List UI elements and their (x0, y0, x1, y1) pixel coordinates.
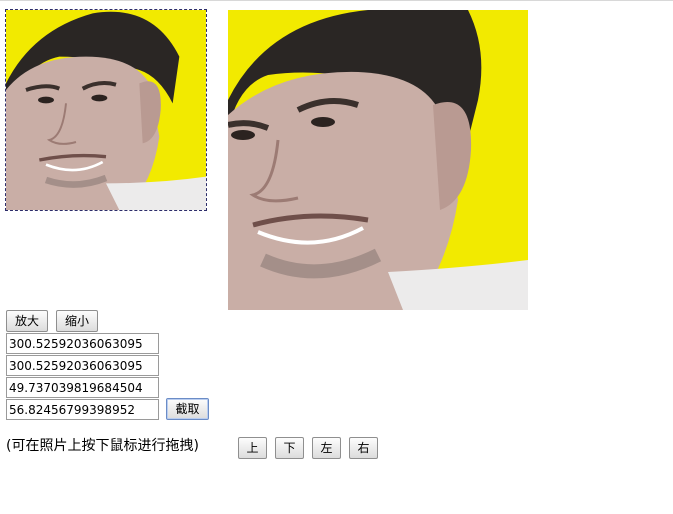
zoom-out-button[interactable]: 缩小 (56, 310, 98, 332)
crop-button[interactable]: 截取 (166, 398, 209, 420)
portrait-photo-icon (228, 10, 528, 310)
portrait-photo-icon (6, 10, 206, 210)
crop-preview-image (228, 10, 528, 310)
move-down-button[interactable]: 下 (275, 437, 304, 459)
move-right-button[interactable]: 右 (349, 437, 378, 459)
crop-selection-image[interactable] (5, 9, 207, 211)
crop-left-field[interactable] (6, 377, 159, 398)
zoom-in-button[interactable]: 放大 (6, 310, 48, 332)
crop-width-field[interactable] (6, 333, 159, 354)
move-left-button[interactable]: 左 (312, 437, 341, 459)
top-divider (0, 0, 673, 1)
drag-hint-text: (可在照片上按下鼠标进行拖拽) (6, 438, 199, 454)
move-up-button[interactable]: 上 (238, 437, 267, 459)
crop-height-field[interactable] (6, 355, 159, 376)
crop-top-field[interactable] (6, 399, 159, 420)
